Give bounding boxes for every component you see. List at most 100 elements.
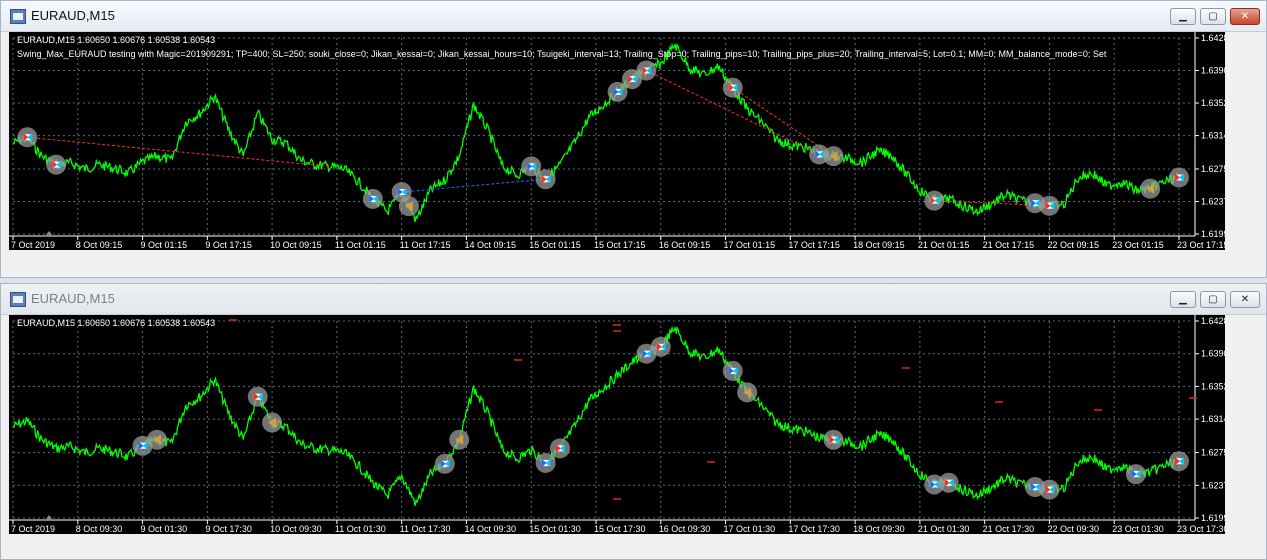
trade-marker-sell[interactable] (722, 77, 743, 98)
trade-marker-exit[interactable] (146, 429, 167, 450)
time-tick-label: 23 Oct 01:15 (1112, 240, 1164, 250)
time-tick-label: 17 Oct 01:30 (724, 524, 776, 534)
trade-marker-exit[interactable] (398, 196, 419, 217)
window-title: EURAUD,M15 (31, 291, 115, 306)
trade-marker-sell[interactable] (636, 60, 657, 81)
trade-marker-exit[interactable] (823, 146, 844, 167)
price-tick-label: 1.62750 (1201, 164, 1225, 174)
trade-marker-exit[interactable] (737, 382, 758, 403)
trade-marker-sell[interactable] (535, 169, 556, 190)
trade-marker-sell[interactable] (17, 127, 38, 148)
chart-canvas[interactable]: 1.64280 1.63900 1.63520 1.63140 1.62750 1.623… (9, 315, 1225, 534)
trade-marker-sell[interactable] (1169, 167, 1189, 188)
close-button[interactable]: ✕ (1230, 8, 1260, 25)
price-tick-label: 1.62370 (1201, 480, 1225, 490)
time-tick-label: 8 Oct 09:15 (76, 240, 123, 250)
trade-marker-sell[interactable] (550, 438, 571, 459)
time-tick-label: 23 Oct 01:30 (1112, 524, 1164, 534)
chart-window-bottom[interactable]: EURAUD,M15 ▁ ▢ ✕ 1.642801.639001.635201.… (0, 283, 1267, 560)
price-tick-label: 1.63900 (1201, 349, 1225, 359)
time-tick-label: 21 Oct 17:15 (983, 240, 1035, 250)
time-tick-label: 23 Oct 17:15 (1177, 240, 1225, 250)
price-tick-label: 1.63140 (1201, 414, 1225, 424)
price-chart[interactable]: 1.64280 1.63900 1.63520 1.63140 1.62750 1.623… (9, 32, 1225, 250)
time-tick-label: 7 Oct 2019 (11, 240, 55, 250)
maximize-button[interactable]: ▢ (1200, 8, 1226, 25)
price-tick-label: 1.63520 (1201, 98, 1225, 108)
trade-marker-sell[interactable] (247, 386, 268, 407)
trade-marker-buy[interactable] (722, 360, 743, 381)
time-tick-label: 16 Oct 09:30 (659, 524, 711, 534)
chart-canvas[interactable]: 1.64280 1.63900 1.63520 1.63140 1.62750 1.623… (9, 32, 1225, 250)
title-bar[interactable]: EURAUD,M15 ▁ ▢ ✕ (1, 284, 1266, 315)
minimize-button[interactable]: ▁ (1170, 291, 1196, 308)
time-tick-label: 16 Oct 09:15 (659, 240, 711, 250)
time-tick-label: 18 Oct 09:15 (853, 240, 905, 250)
time-tick-label: 15 Oct 17:30 (594, 524, 646, 534)
chart-window-top[interactable]: EURAUD,M15 ▁ ▢ ✕ 1.642801.639001.635201.… (0, 0, 1267, 278)
trade-marker-buy[interactable] (362, 188, 383, 209)
trade-marker-sell[interactable] (46, 154, 67, 175)
trade-marker-buy[interactable] (607, 81, 628, 102)
price-chart[interactable]: 1.64280 1.63900 1.63520 1.63140 1.62750 1.623… (9, 315, 1225, 534)
trade-marker-sell[interactable] (924, 190, 945, 211)
time-tick-label: 22 Oct 09:15 (1047, 240, 1099, 250)
window-title: EURAUD,M15 (31, 8, 115, 23)
time-tick-label: 18 Oct 09:30 (853, 524, 905, 534)
time-tick-label: 8 Oct 09:30 (76, 524, 123, 534)
trade-marker-buy[interactable] (1125, 464, 1146, 485)
trade-marker-sell[interactable] (1039, 479, 1060, 500)
chart-shift-marker[interactable] (45, 231, 53, 236)
time-tick-label: 9 Oct 17:15 (205, 240, 252, 250)
minimize-button[interactable]: ▁ (1170, 8, 1196, 25)
title-bar[interactable]: EURAUD,M15 ▁ ▢ ✕ (1, 1, 1266, 32)
price-tick-label: 1.63900 (1201, 66, 1225, 76)
price-tick-label: 1.64280 (1201, 33, 1225, 43)
time-tick-label: 14 Oct 09:30 (464, 524, 516, 534)
chart-shift-marker[interactable] (45, 515, 53, 520)
time-tick-label: 14 Oct 09:15 (464, 240, 516, 250)
trade-marker-sell[interactable] (938, 472, 959, 493)
time-tick-label: 9 Oct 01:15 (141, 240, 188, 250)
price-tick-label: 1.61990 (1201, 229, 1225, 239)
time-tick-label: 11 Oct 01:30 (335, 524, 386, 534)
time-tick-label: 9 Oct 17:30 (205, 524, 252, 534)
chart-window-icon (10, 292, 26, 307)
time-tick-label: 23 Oct 17:30 (1177, 524, 1225, 534)
chart-info-line: EURAUD,M15 1.60650 1.60676 1.60538 1.605… (17, 35, 216, 45)
chart-info-line: EURAUD,M15 1.60650 1.60676 1.60538 1.605… (17, 318, 216, 328)
time-tick-label: 15 Oct 17:15 (594, 240, 646, 250)
ea-parameters-line: Swing_Max_EURAUD testing with Magic=2019… (17, 49, 1107, 59)
close-button[interactable]: ✕ (1230, 291, 1260, 308)
trade-line (401, 178, 546, 193)
price-tick-label: 1.63140 (1201, 131, 1225, 141)
time-tick-label: 17 Oct 17:15 (788, 240, 840, 250)
price-tick-label: 1.61990 (1201, 513, 1225, 523)
time-tick-label: 15 Oct 01:30 (529, 524, 581, 534)
price-tick-label: 1.62370 (1201, 196, 1225, 206)
trade-marker-sell[interactable] (650, 336, 671, 357)
trade-marker-sell[interactable] (1169, 451, 1189, 472)
time-tick-label: 21 Oct 01:30 (918, 524, 970, 534)
time-tick-label: 10 Oct 09:30 (270, 524, 322, 534)
time-tick-label: 10 Oct 09:15 (270, 240, 322, 250)
trade-marker-buy[interactable] (535, 452, 556, 473)
time-tick-label: 21 Oct 17:30 (983, 524, 1035, 534)
time-tick-label: 11 Oct 01:15 (335, 240, 386, 250)
time-tick-label: 17 Oct 01:15 (724, 240, 776, 250)
time-tick-label: 7 Oct 2019 (11, 524, 55, 534)
trade-marker-sell[interactable] (1039, 195, 1060, 216)
trade-marker-exit[interactable] (449, 429, 470, 450)
trade-marker-buy[interactable] (434, 453, 455, 474)
time-tick-label: 11 Oct 17:15 (400, 240, 451, 250)
trade-marker-exit[interactable] (1140, 178, 1161, 199)
time-tick-label: 9 Oct 01:30 (141, 524, 188, 534)
trade-marker-sell[interactable] (823, 429, 844, 450)
trade-marker-exit[interactable] (262, 412, 283, 433)
time-tick-label: 21 Oct 01:15 (918, 240, 970, 250)
price-tick-label: 1.63520 (1201, 381, 1225, 391)
price-tick-label: 1.62750 (1201, 448, 1225, 458)
maximize-button[interactable]: ▢ (1200, 291, 1226, 308)
time-tick-label: 17 Oct 17:30 (788, 524, 840, 534)
time-tick-label: 22 Oct 09:30 (1047, 524, 1099, 534)
